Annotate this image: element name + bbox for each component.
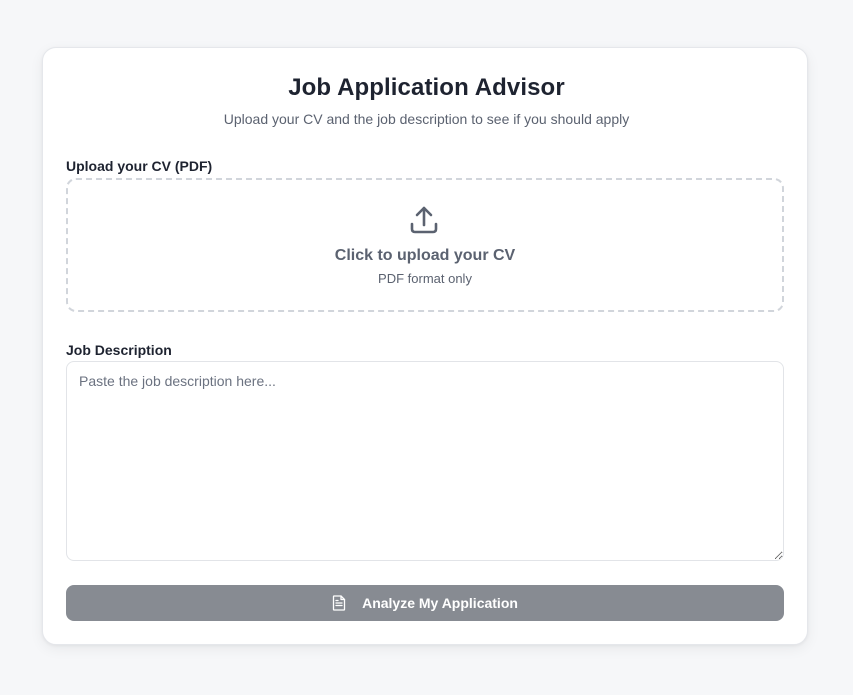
analyze-button-label: Analyze My Application xyxy=(362,595,518,611)
cv-upload-label: Upload your CV (PDF) xyxy=(66,158,213,174)
document-icon xyxy=(332,595,346,611)
page-title: Job Application Advisor xyxy=(288,74,565,101)
cv-upload-dropzone[interactable]: Click to upload your CV PDF format only xyxy=(66,178,784,312)
upload-format-hint: PDF format only xyxy=(378,271,472,286)
upload-icon xyxy=(408,204,440,236)
page-subtitle: Upload your CV and the job description t… xyxy=(223,111,630,127)
upload-prompt: Click to upload your CV xyxy=(334,247,516,264)
analyze-application-button[interactable]: Analyze My Application xyxy=(66,585,784,621)
job-description-input[interactable] xyxy=(66,361,784,561)
job-description-label: Job Description xyxy=(66,342,172,358)
